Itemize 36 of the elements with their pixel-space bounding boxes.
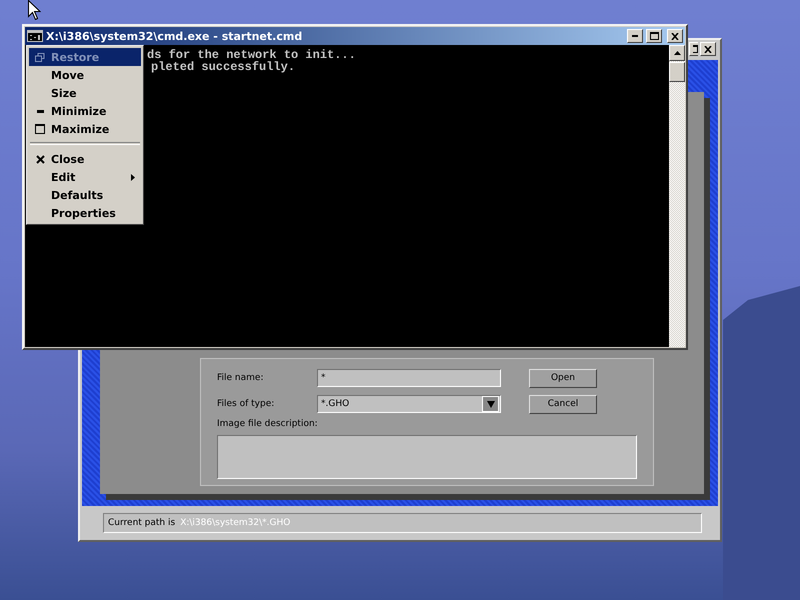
console-line: pleted successfully. xyxy=(151,61,296,73)
restore-icon xyxy=(35,52,45,62)
input-field[interactable]: * xyxy=(317,369,501,387)
console-line: ds for the network to init... xyxy=(147,49,356,61)
menu-item[interactable]: Move xyxy=(29,66,141,84)
console-icon[interactable] xyxy=(27,30,43,42)
submenu-arrow-icon xyxy=(131,174,135,180)
close-icon xyxy=(671,32,679,40)
field-label: Image file description: xyxy=(217,419,319,429)
scroll-thumb[interactable] xyxy=(669,62,685,82)
window-title: X:\i386\system32\cmd.exe - startnet.cmd xyxy=(46,30,304,42)
close-icon xyxy=(36,154,44,164)
menu-item[interactable]: Minimize xyxy=(29,102,141,120)
status-path: X:\i386\system32\*.GHO xyxy=(180,518,290,528)
minimize-button[interactable] xyxy=(627,29,643,43)
menu-item[interactable]: Edit xyxy=(29,168,141,186)
menu-item[interactable]: Size xyxy=(29,84,141,102)
minimize-icon xyxy=(632,35,638,37)
minimize-icon xyxy=(36,110,44,112)
field-label: File name: xyxy=(217,373,264,383)
menu-item[interactable]: Maximize xyxy=(29,120,141,138)
open-button[interactable]: Open xyxy=(529,368,597,388)
close-icon xyxy=(704,46,712,52)
up-arrow-icon xyxy=(674,51,680,55)
description-field[interactable] xyxy=(217,435,637,479)
scroll-up-button[interactable] xyxy=(669,45,685,61)
menu-item[interactable]: Close xyxy=(29,150,141,168)
cancel-button[interactable]: Cancel xyxy=(529,394,597,414)
close-button[interactable] xyxy=(667,29,683,43)
type-dropdown[interactable]: *.GHO xyxy=(317,395,501,413)
mouse-pointer-icon xyxy=(28,0,41,20)
close-button[interactable] xyxy=(700,42,716,56)
menu-item[interactable]: Properties xyxy=(29,204,141,222)
field-label: Files of type: xyxy=(217,399,276,409)
menu-item[interactable]: Defaults xyxy=(29,186,141,204)
status-label: Current path is xyxy=(108,518,176,528)
